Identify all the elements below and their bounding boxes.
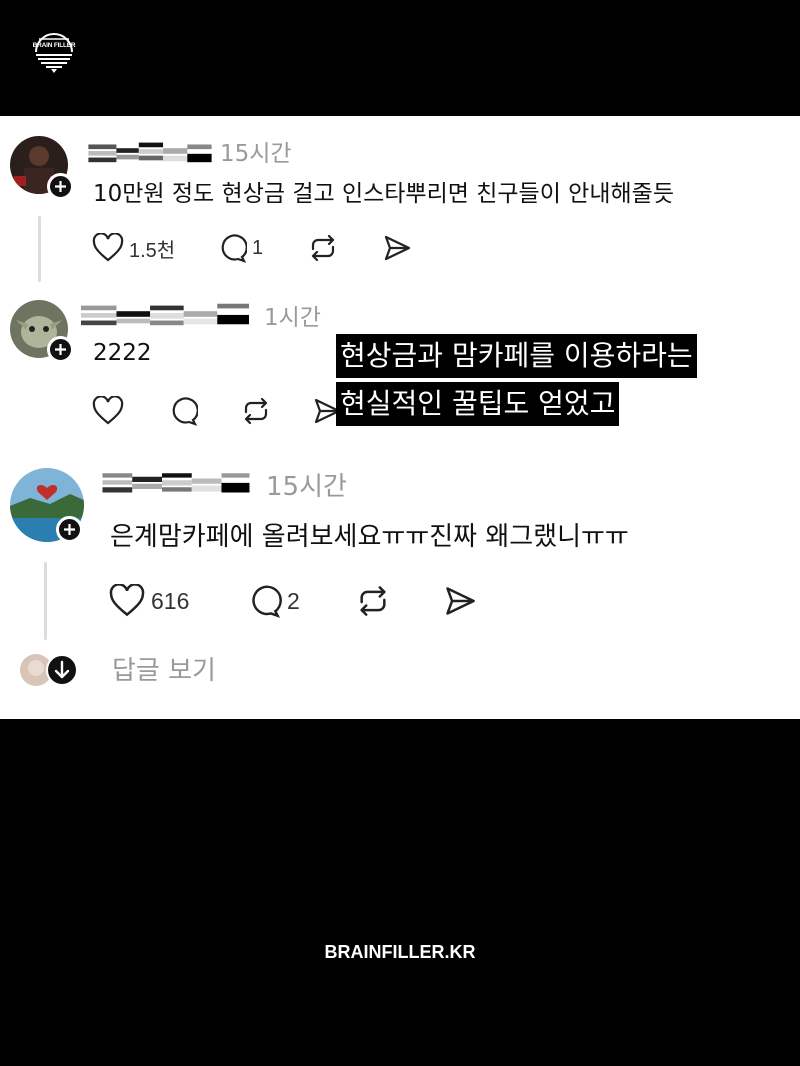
share-icon: [446, 587, 475, 615]
plus-icon: [55, 181, 66, 192]
comment-text: 10만원 정도 현상금 걸고 인스타뿌리면 친구들이 안내해줄듯: [93, 181, 674, 207]
like-button[interactable]: [92, 396, 124, 426]
reply-button[interactable]: [168, 396, 198, 426]
arrow-down-icon: [54, 660, 70, 679]
comment-text: 은계맘카페에 올려보세요ㅠㅠ진짜 왜그랬니ㅠㅠ: [110, 522, 629, 552]
like-count: 1.5천: [129, 239, 176, 262]
brainfiller-logo: BRAIN FILLER: [30, 30, 78, 74]
repost-icon: [360, 586, 386, 616]
arrow-down-badge: [46, 654, 78, 686]
share-icon: [384, 235, 411, 261]
comments-panel: 15시간 10만원 정도 현상금 걸고 인스타뿌리면 친구들이 안내해줄듯 1.…: [0, 116, 800, 719]
reply-button[interactable]: 1: [217, 233, 263, 263]
heart-icon: [92, 396, 124, 425]
follow-button[interactable]: [56, 516, 83, 543]
comment-text: 2222: [93, 340, 152, 366]
comment-icon: [252, 585, 282, 618]
reply-count: 1: [252, 236, 264, 259]
follow-button[interactable]: [47, 173, 74, 200]
comment-icon: [172, 397, 198, 426]
like-button[interactable]: 616: [108, 584, 189, 618]
plus-icon: [64, 524, 75, 535]
heart-icon: [92, 233, 124, 262]
logo-text: BRAIN FILLER: [32, 42, 76, 49]
reply-count: 2: [287, 587, 300, 614]
thread-line: [38, 216, 41, 282]
footer-watermark: BRAINFILLER.KR: [324, 942, 476, 962]
comment-time: 1시간: [264, 305, 321, 331]
username-redacted: [88, 142, 212, 163]
heart-icon: [109, 584, 145, 617]
repost-icon: [244, 397, 268, 425]
reply-button[interactable]: 2: [246, 584, 300, 618]
comment-icon: [221, 234, 247, 263]
comment-time: 15시간: [220, 141, 292, 167]
brain-logo-icon: [35, 33, 73, 73]
repost-icon: [311, 234, 335, 262]
username-redacted: [102, 473, 250, 493]
repost-button[interactable]: [354, 584, 392, 618]
view-replies-link[interactable]: 답글 보기: [112, 650, 216, 687]
caption-line-1: 현상금과 맘카페를 이용하라는: [336, 334, 697, 378]
repost-button[interactable]: [240, 396, 272, 426]
caption-line-2: 현실적인 꿀팁도 얻었고: [336, 382, 620, 426]
repost-button[interactable]: [307, 233, 339, 263]
like-count: 616: [151, 587, 190, 614]
plus-icon: [55, 344, 66, 355]
username-redacted: [81, 303, 249, 326]
thread-line: [44, 562, 47, 640]
follow-button[interactable]: [47, 336, 74, 363]
like-button[interactable]: 1.5천: [92, 233, 175, 263]
share-button[interactable]: [442, 584, 478, 618]
comment-time: 15시간: [266, 472, 347, 502]
share-button[interactable]: [382, 233, 412, 263]
